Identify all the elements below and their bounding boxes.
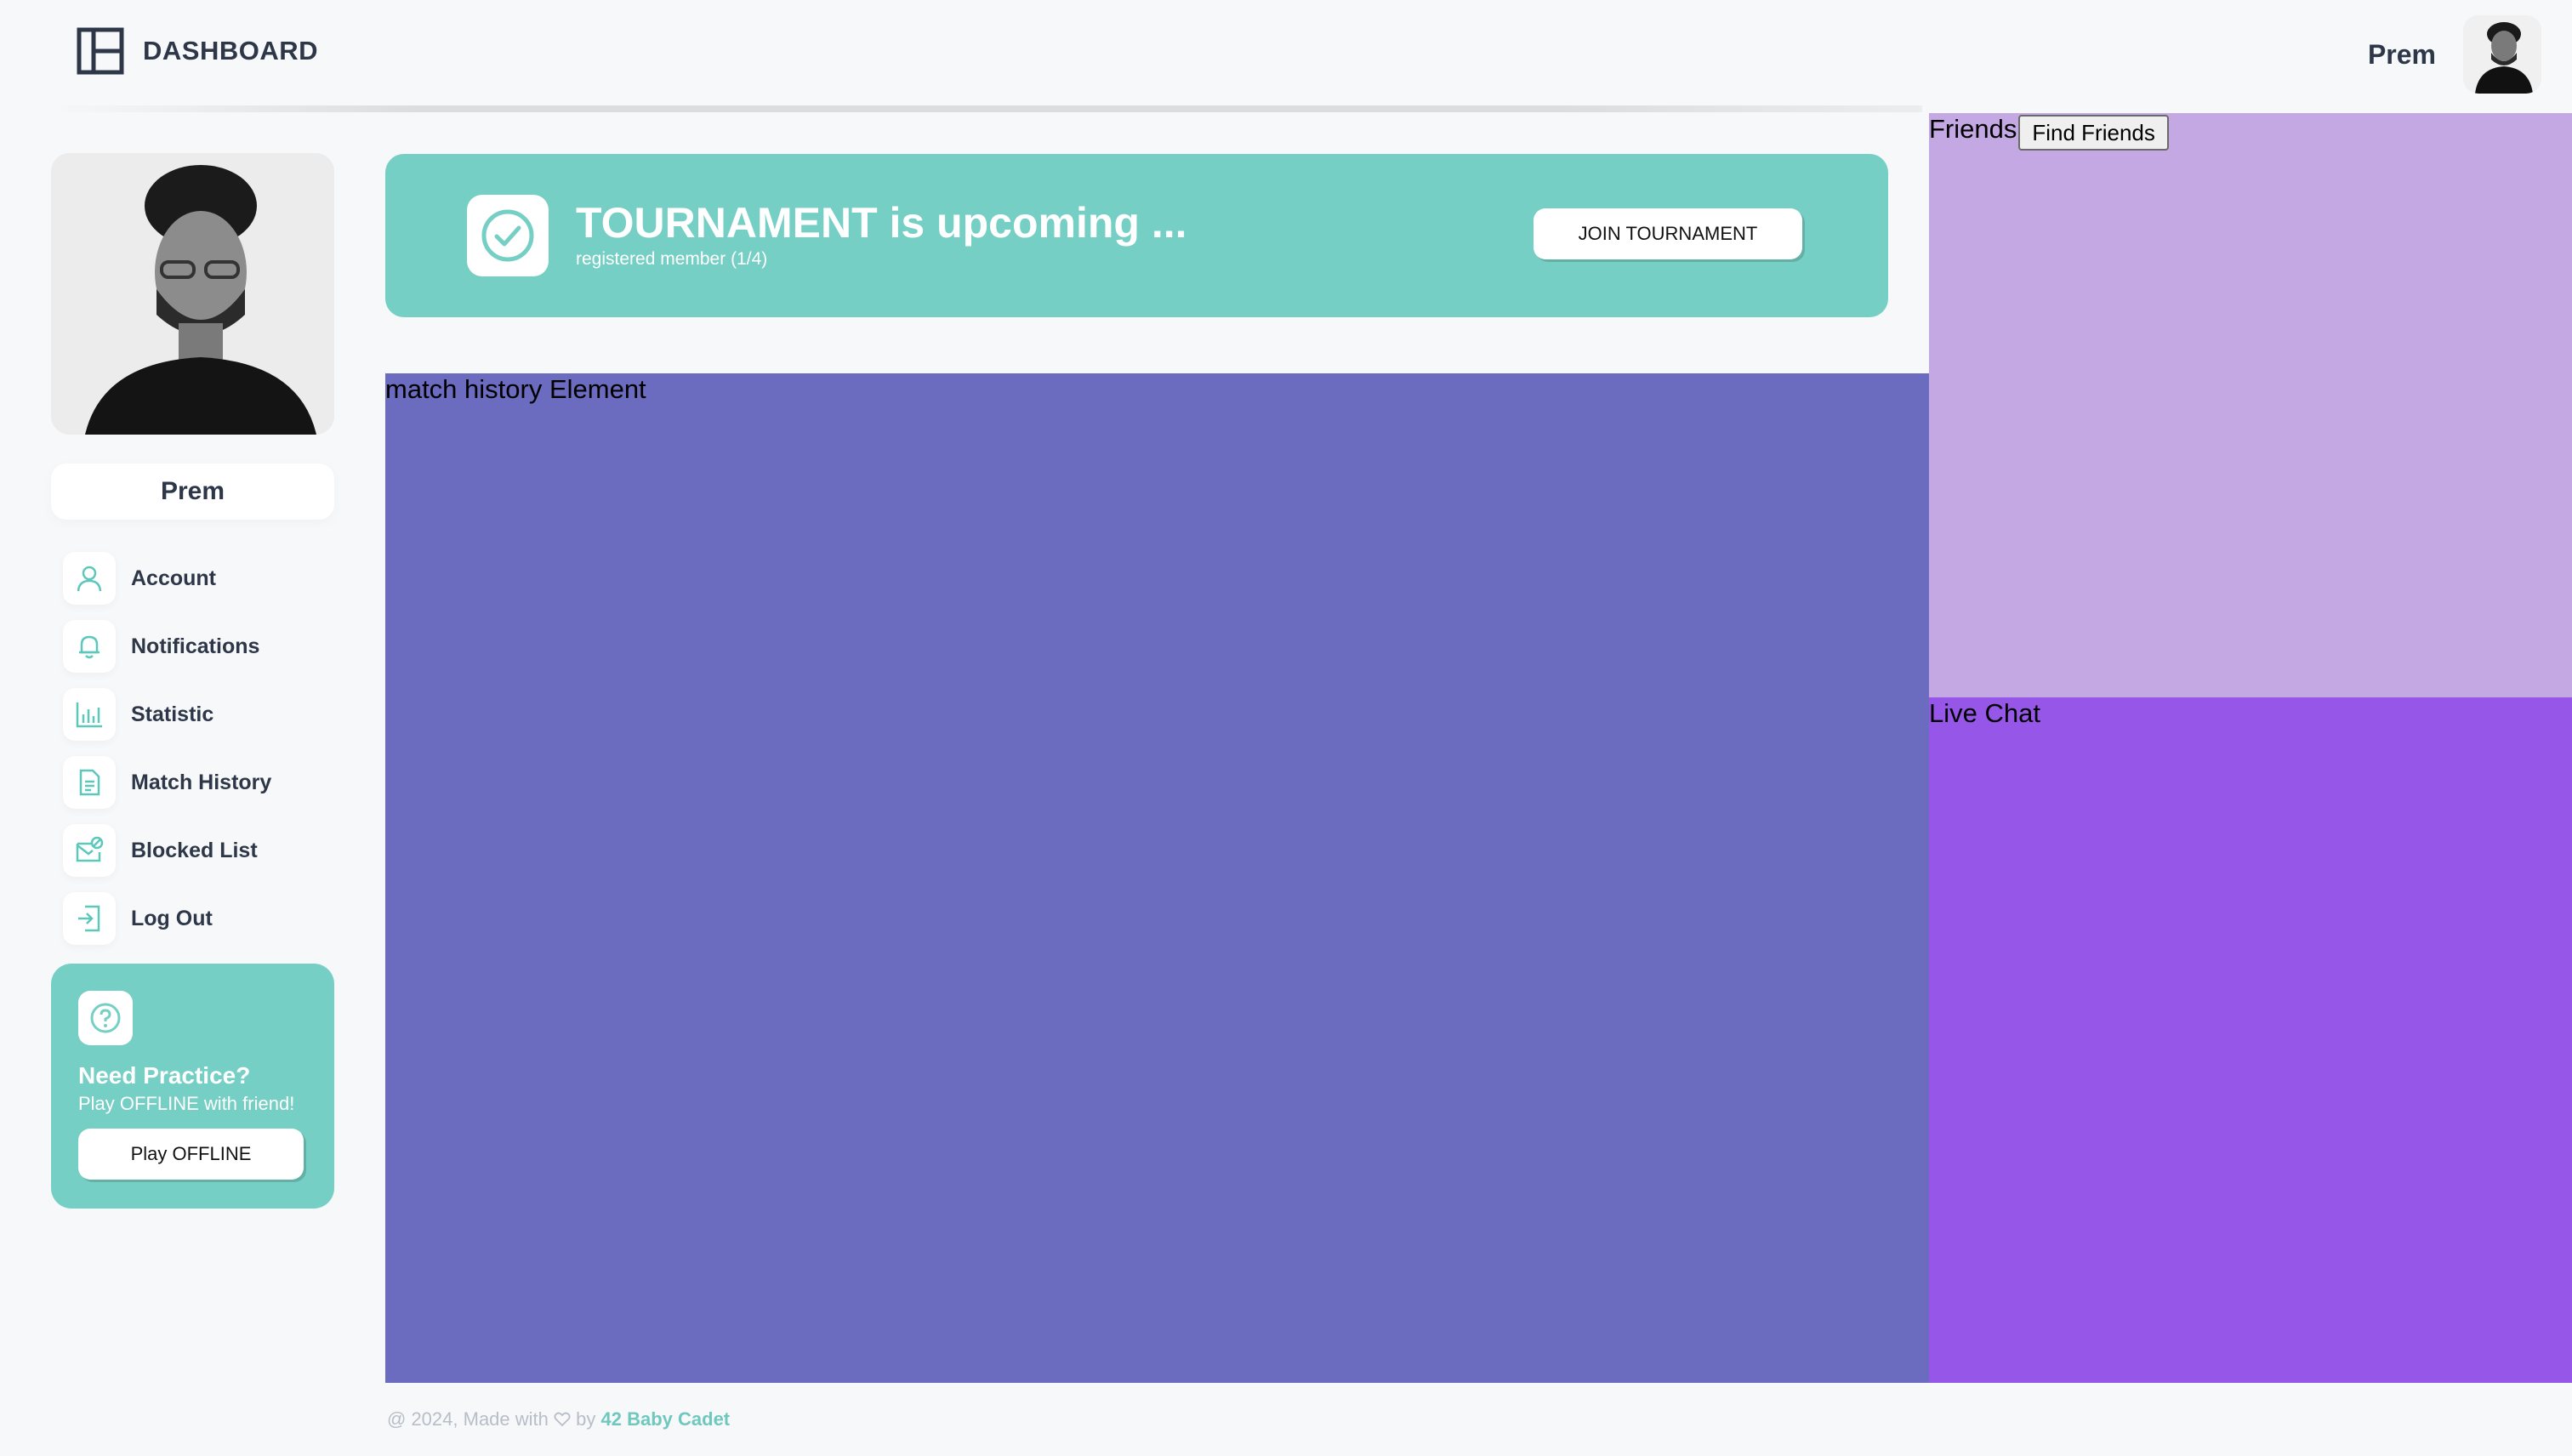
tournament-banner: TOURNAMENT is upcoming ... registered me… <box>385 154 1888 317</box>
match-history-label: match history Element <box>385 374 646 404</box>
tournament-title: TOURNAMENT is upcoming ... <box>576 199 1187 247</box>
bar-chart-icon <box>63 688 116 741</box>
sidebar-item-label: Match History <box>131 770 272 794</box>
profile-image <box>51 153 334 435</box>
sidebar-item-label: Statistic <box>131 702 214 726</box>
header-user-name: Prem <box>2367 38 2436 70</box>
practice-subtitle: Play OFFLINE with friend! <box>78 1093 295 1114</box>
sidebar-item-label: Account <box>131 566 216 590</box>
sidebar-item-label: Notifications <box>131 634 260 658</box>
header-divider <box>51 105 1922 112</box>
sidebar-item-label: Blocked List <box>131 838 258 862</box>
footer: @ 2024, Made with by 42 Baby Cadet <box>387 1408 730 1430</box>
profile-name: Prem <box>51 464 334 520</box>
play-offline-button[interactable]: Play OFFLINE <box>78 1129 304 1180</box>
app-logo[interactable]: DASHBOARD <box>77 27 318 75</box>
footer-credit-link[interactable]: 42 Baby Cadet <box>601 1408 731 1430</box>
friends-header: Friends Find Friends <box>1929 113 2572 151</box>
sidebar-nav: Account Notifications Statistic Match Hi… <box>51 552 334 945</box>
practice-card: Need Practice? Play OFFLINE with friend!… <box>51 964 334 1209</box>
match-history-panel: match history Element <box>385 373 1929 1383</box>
avatar[interactable] <box>2463 15 2541 94</box>
logout-icon <box>63 892 116 945</box>
app-title: DASHBOARD <box>143 36 318 65</box>
footer-by: by <box>576 1408 596 1430</box>
user-avatar-image <box>2463 15 2541 94</box>
tournament-subtitle: registered member (1/4) <box>576 249 768 269</box>
live-chat-label: Live Chat <box>1929 698 2040 728</box>
sidebar-item-account[interactable]: Account <box>51 552 334 605</box>
sidebar-item-blocked-list[interactable]: Blocked List <box>51 824 334 877</box>
friends-label: Friends <box>1929 114 2017 144</box>
join-tournament-button[interactable]: JOIN TOURNAMENT <box>1534 208 1802 259</box>
sidebar: Prem Account Notifications Statistic Mat… <box>51 153 334 1209</box>
check-circle-icon <box>467 195 549 276</box>
bell-icon <box>63 620 116 673</box>
sidebar-item-statistic[interactable]: Statistic <box>51 688 334 741</box>
heart-icon <box>554 1412 571 1427</box>
sidebar-item-label: Log Out <box>131 906 213 930</box>
mail-blocked-icon <box>63 824 116 877</box>
find-friends-button[interactable]: Find Friends <box>2018 115 2169 151</box>
top-header: DASHBOARD Prem <box>0 0 2572 107</box>
user-menu[interactable]: Prem <box>2368 15 2541 94</box>
document-icon <box>63 756 116 809</box>
live-chat-panel: Live Chat <box>1929 697 2572 1383</box>
footer-text: @ 2024, Made with <box>387 1408 549 1430</box>
sidebar-item-notifications[interactable]: Notifications <box>51 620 334 673</box>
sidebar-item-match-history[interactable]: Match History <box>51 756 334 809</box>
friends-panel: Friends Find Friends <box>1929 113 2572 697</box>
profile-photo <box>51 153 334 435</box>
user-icon <box>63 552 116 605</box>
layout-icon <box>77 27 124 75</box>
help-circle-icon <box>78 991 133 1045</box>
practice-title: Need Practice? <box>78 1062 251 1089</box>
sidebar-item-log-out[interactable]: Log Out <box>51 892 334 945</box>
